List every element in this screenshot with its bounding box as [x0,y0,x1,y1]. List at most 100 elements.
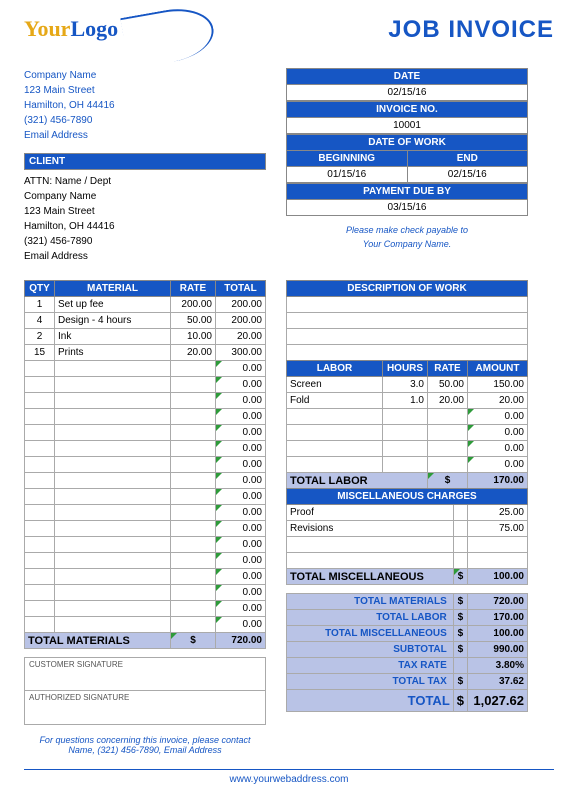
cell-misc-amount[interactable] [468,553,528,569]
cell-misc-item[interactable]: Revisions [287,521,454,537]
cell-rate[interactable] [171,393,216,409]
cell-material[interactable] [55,537,171,553]
cell-material[interactable] [55,473,171,489]
cell-rate[interactable] [171,553,216,569]
cell-material[interactable] [55,409,171,425]
cell-misc-amount[interactable] [468,537,528,553]
cell-total: 0.00 [216,521,266,537]
cell-labor[interactable] [287,441,383,457]
cell-rate[interactable] [171,425,216,441]
cell-rate[interactable] [171,377,216,393]
cell-material[interactable] [55,441,171,457]
cell-material[interactable] [55,393,171,409]
cell-labor-rate[interactable]: 20.00 [428,393,468,409]
cell-qty[interactable] [25,617,55,633]
cell-labor-rate[interactable] [428,425,468,441]
cell-material[interactable] [55,553,171,569]
cell-rate[interactable] [171,601,216,617]
cell-material[interactable] [55,361,171,377]
cell-misc-item[interactable] [287,553,454,569]
cell-qty[interactable] [25,553,55,569]
cell-material[interactable] [55,505,171,521]
cell-desc[interactable] [287,313,528,329]
cell-labor-rate[interactable] [428,441,468,457]
cell-qty[interactable]: 2 [25,329,55,345]
cell-qty[interactable]: 15 [25,345,55,361]
cell-labor[interactable] [287,409,383,425]
cell-labor[interactable] [287,457,383,473]
cell-labor-rate[interactable] [428,409,468,425]
cell-rate[interactable] [171,521,216,537]
cell-hours[interactable] [383,425,428,441]
cell-qty[interactable] [25,409,55,425]
cell-material[interactable]: Design - 4 hours [55,313,171,329]
cell-qty[interactable] [25,569,55,585]
cell-qty[interactable]: 1 [25,297,55,313]
cell-labor[interactable] [287,425,383,441]
cell-material[interactable] [55,425,171,441]
cell-material[interactable] [55,585,171,601]
cell-rate[interactable] [171,617,216,633]
cell-rate[interactable]: 20.00 [171,345,216,361]
cell-qty[interactable] [25,601,55,617]
cell-rate[interactable] [171,409,216,425]
cell-hours[interactable] [383,457,428,473]
cell-misc-item[interactable]: Proof [287,505,454,521]
cell-qty[interactable] [25,393,55,409]
cell-labor[interactable]: Screen [287,377,383,393]
cell-rate[interactable] [171,361,216,377]
cell-rate[interactable]: 200.00 [171,297,216,313]
cell-material[interactable] [55,377,171,393]
cell-rate[interactable] [171,457,216,473]
table-row: Proof 25.00 [287,505,528,521]
cell-qty[interactable] [25,489,55,505]
cell-rate[interactable] [171,585,216,601]
cell-material[interactable] [55,617,171,633]
cell-material[interactable]: Ink [55,329,171,345]
cell-rate[interactable] [171,569,216,585]
footer-url[interactable]: www.yourwebaddress.com [24,769,554,785]
cell-labor-rate[interactable] [428,457,468,473]
cell-qty[interactable] [25,585,55,601]
cell-qty[interactable] [25,425,55,441]
cell-material[interactable]: Prints [55,345,171,361]
cell-qty[interactable] [25,521,55,537]
cell-qty[interactable]: 4 [25,313,55,329]
cell-hours[interactable] [383,441,428,457]
cell-qty[interactable] [25,537,55,553]
cell-qty[interactable] [25,505,55,521]
cell-qty[interactable] [25,457,55,473]
cell-qty[interactable] [25,473,55,489]
cell-labor[interactable]: Fold [287,393,383,409]
cell-material[interactable] [55,569,171,585]
cell-misc-amount[interactable]: 25.00 [468,505,528,521]
authorized-signature-box[interactable]: AUTHORIZED SIGNATURE [24,691,266,725]
cell-hours[interactable] [383,409,428,425]
cell-misc-item[interactable] [287,537,454,553]
cell-amount: 0.00 [468,425,528,441]
cell-rate[interactable] [171,473,216,489]
cell-desc[interactable] [287,329,528,345]
cell-material[interactable] [55,521,171,537]
cell-hours[interactable]: 3.0 [383,377,428,393]
summary-taxr-val: 3.80% [468,658,528,674]
cell-material[interactable] [55,489,171,505]
cell-rate[interactable]: 10.00 [171,329,216,345]
cell-qty[interactable] [25,361,55,377]
cell-desc[interactable] [287,297,528,313]
cell-labor-rate[interactable]: 50.00 [428,377,468,393]
cell-rate[interactable] [171,489,216,505]
cell-qty[interactable] [25,377,55,393]
cell-material[interactable] [55,457,171,473]
cell-rate[interactable] [171,505,216,521]
cell-hours[interactable]: 1.0 [383,393,428,409]
customer-signature-box[interactable]: CUSTOMER SIGNATURE [24,657,266,691]
cell-rate[interactable] [171,537,216,553]
cell-material[interactable]: Set up fee [55,297,171,313]
cell-rate[interactable]: 50.00 [171,313,216,329]
cell-material[interactable] [55,601,171,617]
cell-desc[interactable] [287,345,528,361]
cell-rate[interactable] [171,441,216,457]
cell-qty[interactable] [25,441,55,457]
cell-misc-amount[interactable]: 75.00 [468,521,528,537]
